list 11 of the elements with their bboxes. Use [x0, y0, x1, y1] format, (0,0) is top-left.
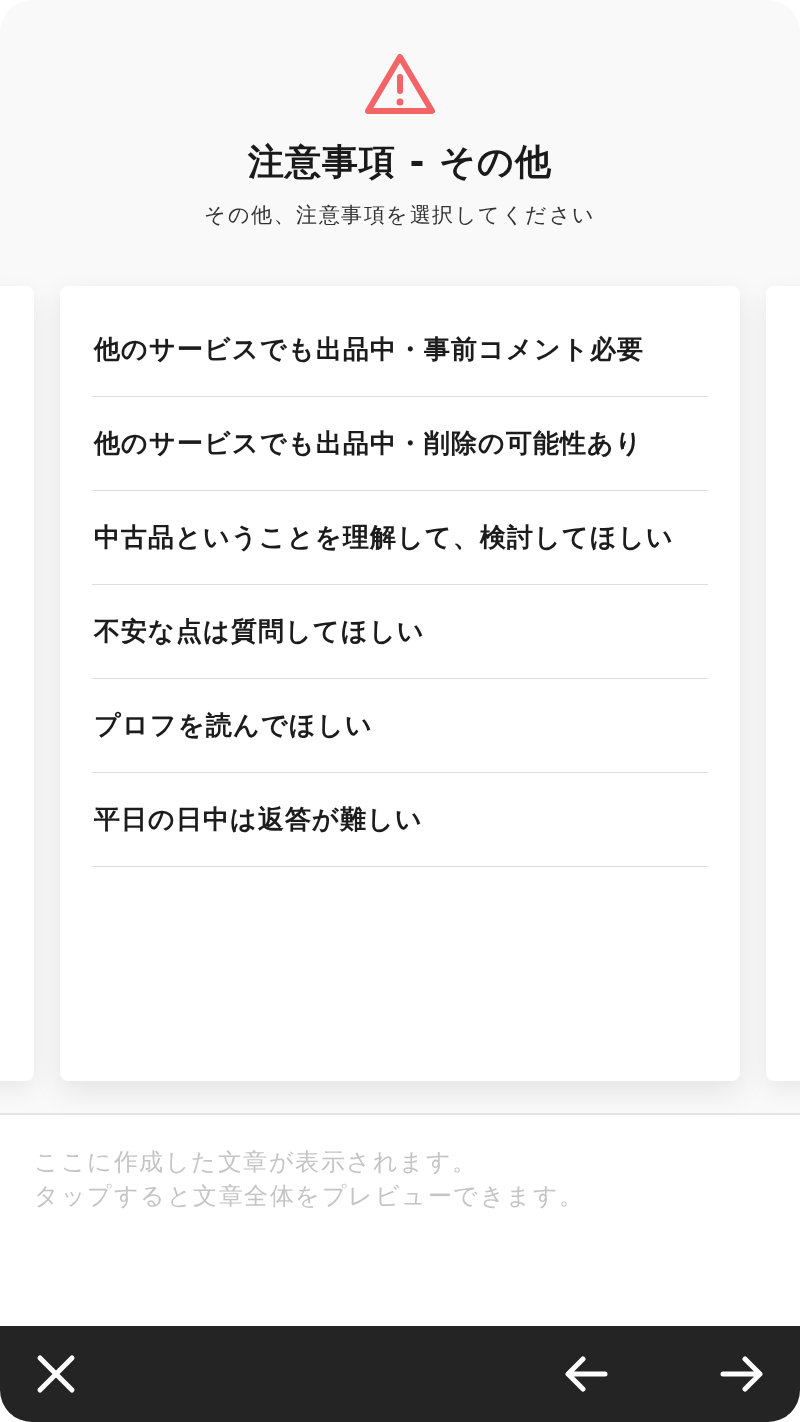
page-subtitle: その他、注意事項を選択してください [204, 202, 596, 230]
option-item[interactable]: 他のサービスでも出品中・事前コメント必要 [92, 303, 708, 397]
warning-icon [364, 52, 436, 116]
option-item[interactable]: 他のサービスでも出品中・削除の可能性あり [92, 397, 708, 491]
option-item[interactable]: 平日の日中は返答が難しい [92, 773, 708, 867]
option-item[interactable]: 不安な点は質問してほしい [92, 585, 708, 679]
option-item[interactable]: 中古品ということを理解して、検討してほしい [92, 491, 708, 585]
page-title: 注意事項 - その他 [248, 140, 552, 184]
hint-text: タップすると文章全体をプレビューできます。 [34, 1181, 585, 1212]
option-item[interactable]: プロフを読んでほしい [92, 679, 708, 773]
hint-text: ここに作成した文章が表示されます。 [34, 1147, 478, 1178]
